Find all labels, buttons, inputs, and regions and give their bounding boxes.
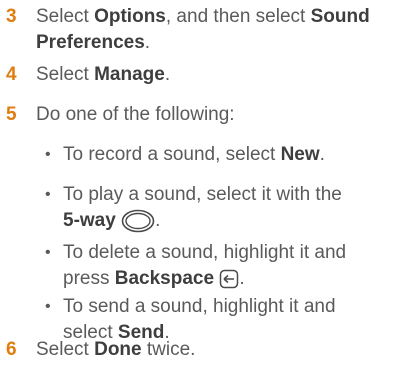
bullet-delete: • To delete a sound, highlight it and pr… (0, 240, 403, 292)
bullet-glyph: • (45, 186, 51, 203)
step-4: 4 Select Manage. (0, 62, 403, 88)
step-number: 6 (6, 339, 17, 360)
five-way-label: 5-way (63, 210, 116, 231)
options-label: Options (94, 6, 166, 27)
step-3: 3 Select Options, and then select Sound … (0, 4, 403, 56)
bullet-play: • To play a sound, select it with the 5-… (0, 182, 403, 234)
bullet-text: To delete a sound, highlight it and (63, 242, 347, 263)
instruction-list: 3 Select Options, and then select Sound … (0, 0, 411, 365)
step-text: Do one of the following: (36, 104, 235, 125)
bullet-record: • To record a sound, select New. (0, 142, 403, 168)
step-text: Select (36, 6, 95, 27)
backspace-key-icon (220, 269, 239, 289)
step-5: 5 Do one of the following: (0, 102, 403, 128)
bullet-glyph: • (45, 298, 51, 315)
manage-label: Manage (94, 64, 165, 85)
bullet-text: To send a sound, highlight it and (63, 296, 336, 317)
step-number: 3 (6, 6, 17, 27)
period: . (319, 144, 325, 165)
step-text: , and then select (165, 6, 311, 27)
bullet-text: press (63, 268, 115, 289)
step-text: twice. (141, 339, 196, 360)
bullet-glyph: • (45, 244, 51, 261)
bullet-text: To play a sound, select it with the (63, 184, 342, 205)
done-label: Done (94, 339, 142, 360)
backspace-label: Backspace (114, 268, 215, 289)
new-label: New (280, 144, 320, 165)
bullet-text: To record a sound, select (63, 144, 281, 165)
period: . (239, 268, 245, 289)
step-text: Select (36, 64, 95, 85)
5-way-navigator-icon (121, 209, 155, 233)
preferences-label: Preferences (36, 32, 145, 53)
step-6: 6 Select Done twice. (0, 337, 403, 363)
step-number: 4 (6, 64, 17, 85)
sound-label: Sound (310, 6, 370, 27)
step-number: 5 (6, 104, 17, 125)
bullet-glyph: • (45, 146, 51, 163)
period: . (155, 210, 161, 231)
period: . (144, 32, 151, 53)
step-text: Select (36, 339, 95, 360)
period: . (164, 64, 171, 85)
